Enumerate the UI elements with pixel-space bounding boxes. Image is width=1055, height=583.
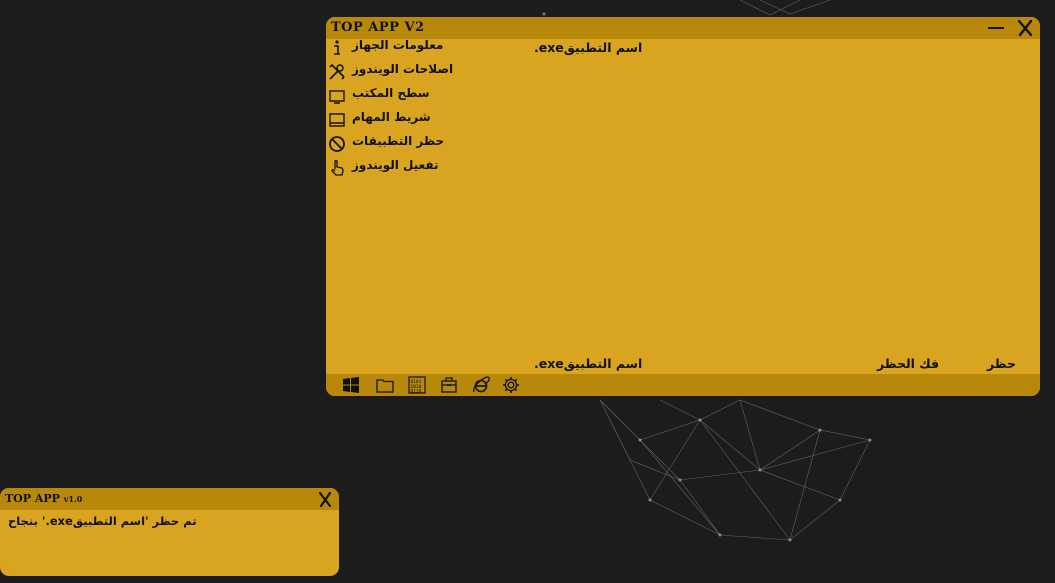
menu-item-device-info[interactable]: معلومات الجهاز (326, 37, 476, 59)
block-button[interactable]: حظر (987, 356, 1016, 371)
desktop-icon (329, 90, 345, 104)
close-button[interactable] (1016, 19, 1034, 37)
app-name-label: .exeاسم التطبيق (534, 40, 643, 55)
menu-label: سطح المكتب (352, 86, 430, 100)
minimize-icon (988, 27, 1004, 29)
menu-item-taskbar[interactable]: شريط المهام (326, 109, 476, 131)
app-name-input[interactable]: .exeاسم التطبيق (534, 356, 642, 371)
menu-label: تفعيل الويندوز (352, 158, 439, 172)
hand-pointer-icon (331, 159, 344, 176)
minimize-button[interactable] (987, 17, 1005, 37)
notification-window: TOP APP v1.0 بنجاح '.exeتم حظر 'اسم التط… (0, 488, 339, 576)
taskbar-icon (329, 113, 345, 127)
close-icon (318, 491, 332, 508)
binary-icon[interactable]: 010110100110 (408, 376, 426, 394)
window-title: TOP APP V2 (331, 20, 425, 35)
main-window: TOP APP V2 معلومات الجهاز اصلاحات الويند… (326, 17, 1040, 396)
block-icon (329, 136, 345, 152)
app-version: v1.0 (63, 494, 83, 504)
notification-close-button[interactable] (317, 491, 333, 508)
toolbox-icon[interactable] (440, 376, 458, 394)
windows-logo-icon[interactable] (342, 376, 360, 394)
tools-icon (329, 63, 345, 80)
app-title: TOP APP (5, 492, 60, 505)
settings-icon[interactable] (502, 376, 520, 394)
menu-item-desktop[interactable]: سطح المكتب (326, 85, 476, 107)
notification-title: TOP APP v1.0 (5, 492, 82, 505)
menu-item-windows-repair[interactable]: اصلاحات الويندوز (326, 61, 476, 83)
menu-label: اصلاحات الويندوز (352, 62, 454, 76)
menu-item-block-apps[interactable]: حظر التطبيقات (326, 133, 476, 155)
main-titlebar[interactable]: TOP APP V2 (326, 17, 1040, 39)
bottom-toolbar: 0101 1010 0110 (326, 374, 1040, 396)
close-icon (1017, 19, 1033, 37)
folder-icon[interactable] (376, 376, 394, 394)
svg-text:0110: 0110 (411, 389, 422, 395)
menu-label: حظر التطبيقات (352, 134, 445, 148)
menu-label: معلومات الجهاز (352, 38, 444, 52)
menu-label: شريط المهام (352, 110, 431, 124)
info-icon (334, 40, 340, 55)
internet-explorer-icon[interactable] (472, 376, 490, 394)
unblock-button[interactable]: فك الحظر (877, 356, 939, 371)
menu-item-activate-windows[interactable]: تفعيل الويندوز (326, 157, 476, 179)
notification-titlebar[interactable]: TOP APP v1.0 (0, 488, 339, 510)
notification-message: بنجاح '.exeتم حظر 'اسم التطبيق (8, 514, 197, 528)
